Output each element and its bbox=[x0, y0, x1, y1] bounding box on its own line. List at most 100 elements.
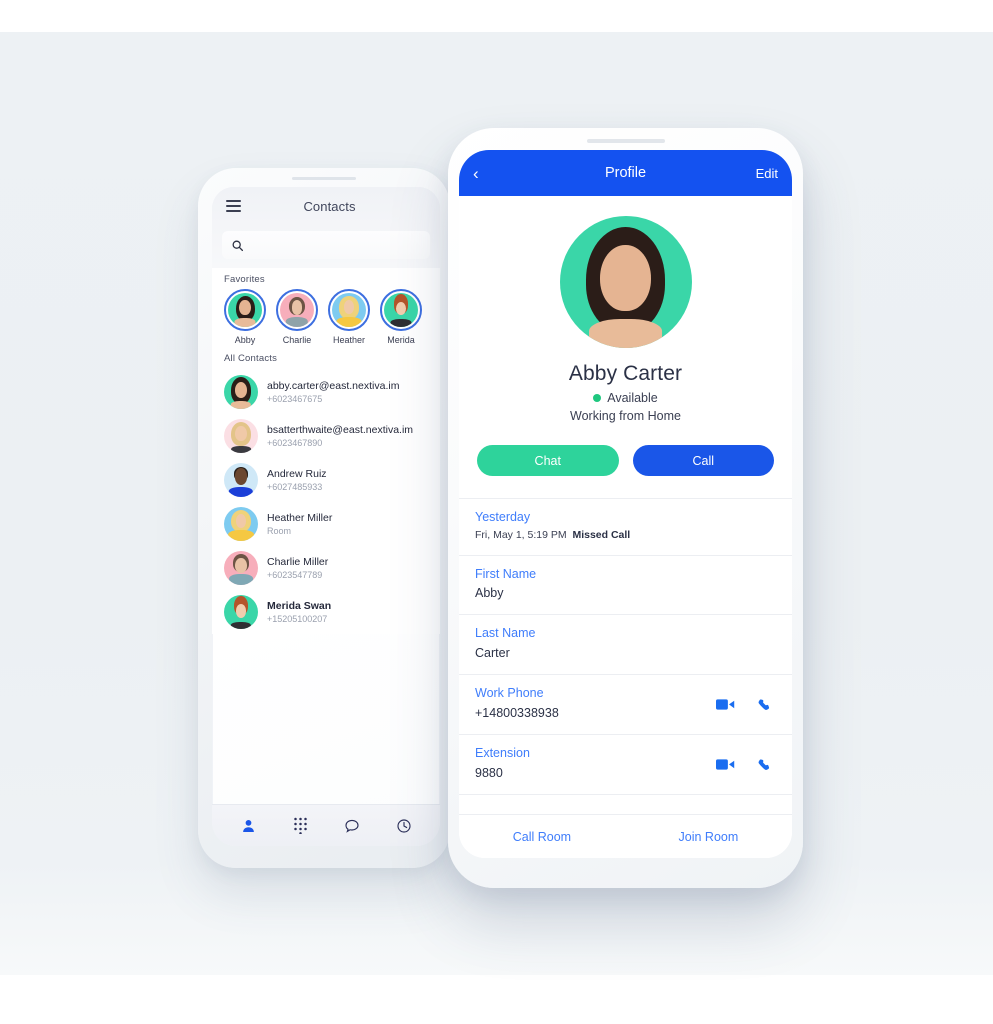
presence-dot-icon bbox=[593, 394, 602, 402]
activity-type: Missed Call bbox=[572, 528, 631, 541]
video-camera-icon[interactable] bbox=[716, 698, 735, 718]
edit-button[interactable]: Edit bbox=[748, 166, 778, 181]
list-item[interactable]: Merida Swan +15205100207 bbox=[212, 590, 440, 634]
contact-name: Heather Miller bbox=[267, 511, 333, 524]
avatar bbox=[224, 419, 258, 453]
contact-name: Charlie Miller bbox=[267, 555, 329, 568]
field-label: First Name bbox=[475, 566, 537, 581]
chat-bubble-icon[interactable] bbox=[338, 812, 366, 840]
chevron-left-icon[interactable]: ‹ bbox=[473, 165, 503, 182]
contact-full-name: Abby Carter bbox=[568, 362, 683, 385]
contacts-screen: Contacts Favorites Abby Charlie Heather … bbox=[212, 187, 440, 846]
recent-activity-section[interactable]: Yesterday Fri, May 1, 5:19 PM Missed Cal… bbox=[459, 498, 792, 556]
favorites-row: Abby Charlie Heather Merida bbox=[212, 289, 440, 347]
field-action-icons bbox=[716, 758, 772, 778]
presence-label: Available bbox=[607, 391, 658, 405]
avatar bbox=[280, 293, 314, 327]
list-item[interactable]: Charlie Miller +6023547789 bbox=[212, 546, 440, 590]
field-action-icons bbox=[716, 698, 772, 718]
activity-heading: Yesterday bbox=[475, 510, 531, 524]
favorite-name: Heather bbox=[332, 335, 366, 345]
avatar bbox=[559, 216, 692, 348]
profile-screen: ‹ Profile Edit Abby Carter Available Wor… bbox=[459, 150, 792, 858]
favorite-name: Merida bbox=[387, 335, 415, 345]
avatar bbox=[224, 463, 258, 497]
phone-handset-icon[interactable] bbox=[757, 758, 772, 778]
call-button[interactable]: Call bbox=[632, 445, 774, 476]
contacts-phone-mockup: Contacts Favorites Abby Charlie Heather … bbox=[198, 168, 450, 868]
profile-details: Yesterday Fri, May 1, 5:19 PM Missed Cal… bbox=[459, 498, 792, 795]
activity-timestamp: Fri, May 1, 5:19 PM bbox=[475, 528, 567, 541]
favorite-item[interactable]: Charlie bbox=[276, 289, 318, 345]
profile-phone-mockup: ‹ Profile Edit Abby Carter Available Wor… bbox=[448, 128, 803, 888]
contact-list: abby.carter@east.nextiva.im +6023467675 bbox=[212, 368, 440, 634]
contact-subtitle: +6023547789 bbox=[267, 569, 323, 580]
field-extension[interactable]: Extension 9880 bbox=[459, 735, 792, 795]
profile-footer: Call Room Join Room bbox=[459, 814, 792, 858]
screenshot-canvas: Contacts Favorites Abby Charlie Heather … bbox=[0, 0, 993, 1024]
favorite-item[interactable]: Abby bbox=[224, 289, 266, 345]
contact-subtitle: Room bbox=[267, 525, 292, 536]
favorites-label: Favorites bbox=[224, 274, 265, 285]
list-item[interactable]: Andrew Ruiz +6027485933 bbox=[212, 458, 440, 502]
favorite-name: Abby bbox=[234, 335, 256, 345]
favorite-avatar-ring bbox=[328, 289, 370, 331]
profile-actions: Chat Call bbox=[459, 423, 792, 476]
activity-row: Fri, May 1, 5:19 PM Missed Call bbox=[475, 527, 776, 544]
favorite-avatar-ring bbox=[224, 289, 266, 331]
contact-name: bsatterthwaite@east.nextiva.im bbox=[267, 423, 414, 436]
favorite-avatar-ring bbox=[380, 289, 422, 331]
field-label: Last Name bbox=[475, 626, 536, 641]
phone-speaker-slit bbox=[586, 139, 665, 143]
video-camera-icon[interactable] bbox=[716, 758, 735, 778]
avatar bbox=[384, 293, 418, 327]
contact-subtitle: +15205100207 bbox=[267, 613, 328, 624]
field-value: Carter bbox=[475, 646, 510, 661]
profile-summary: Abby Carter Available Working from Home bbox=[459, 196, 792, 423]
favorite-avatar-ring bbox=[276, 289, 318, 331]
hamburger-menu-icon[interactable] bbox=[226, 200, 241, 212]
join-room-link[interactable]: Join Room bbox=[679, 830, 739, 844]
list-item[interactable]: abby.carter@east.nextiva.im +6023467675 bbox=[212, 370, 440, 414]
avatar bbox=[332, 293, 366, 327]
status-badge: Available bbox=[459, 391, 792, 405]
page-title: Profile bbox=[604, 165, 647, 181]
favorite-item[interactable]: Merida bbox=[380, 289, 422, 345]
list-item[interactable]: bsatterthwaite@east.nextiva.im +60234678… bbox=[212, 414, 440, 458]
contact-subtitle: +6023467675 bbox=[267, 393, 323, 404]
search-bar-container bbox=[212, 225, 440, 268]
sidebar-item-contacts[interactable] bbox=[234, 812, 262, 840]
avatar bbox=[224, 595, 258, 629]
phone-speaker-slit bbox=[292, 177, 356, 180]
contacts-title: Contacts bbox=[303, 198, 356, 214]
contact-name: abby.carter@east.nextiva.im bbox=[267, 379, 400, 392]
avatar bbox=[224, 507, 258, 541]
list-item[interactable]: Heather Miller Room bbox=[212, 502, 440, 546]
profile-header: ‹ Profile Edit bbox=[459, 150, 792, 196]
contacts-header: Contacts bbox=[212, 187, 440, 225]
favorite-item[interactable]: Heather bbox=[328, 289, 370, 345]
avatar bbox=[224, 375, 258, 409]
contact-name: Andrew Ruiz bbox=[267, 467, 327, 480]
avatar bbox=[224, 551, 258, 585]
contact-subtitle: +6023467890 bbox=[267, 437, 323, 448]
contacts-body: Favorites Abby Charlie Heather Merida Al… bbox=[212, 268, 440, 634]
field-last-name[interactable]: Last Name Carter bbox=[459, 615, 792, 676]
clock-icon[interactable] bbox=[390, 812, 418, 840]
bottom-tab-bar bbox=[212, 804, 440, 846]
contact-name: Merida Swan bbox=[267, 599, 332, 612]
field-first-name[interactable]: First Name Abby bbox=[459, 556, 792, 616]
search-icon bbox=[231, 239, 244, 252]
field-value: Abby bbox=[475, 586, 504, 601]
phone-handset-icon[interactable] bbox=[757, 698, 772, 718]
all-contacts-label: All Contacts bbox=[224, 353, 278, 364]
avatar bbox=[228, 293, 262, 327]
chat-button[interactable]: Chat bbox=[477, 445, 619, 476]
field-work-phone[interactable]: Work Phone +14800338938 bbox=[459, 675, 792, 735]
favorite-name: Charlie bbox=[282, 335, 312, 345]
contact-subtitle: +6027485933 bbox=[267, 481, 323, 492]
search-input[interactable] bbox=[222, 231, 430, 259]
call-room-link[interactable]: Call Room bbox=[513, 830, 571, 844]
status-note: Working from Home bbox=[570, 409, 681, 423]
dialpad-icon[interactable] bbox=[286, 812, 314, 840]
